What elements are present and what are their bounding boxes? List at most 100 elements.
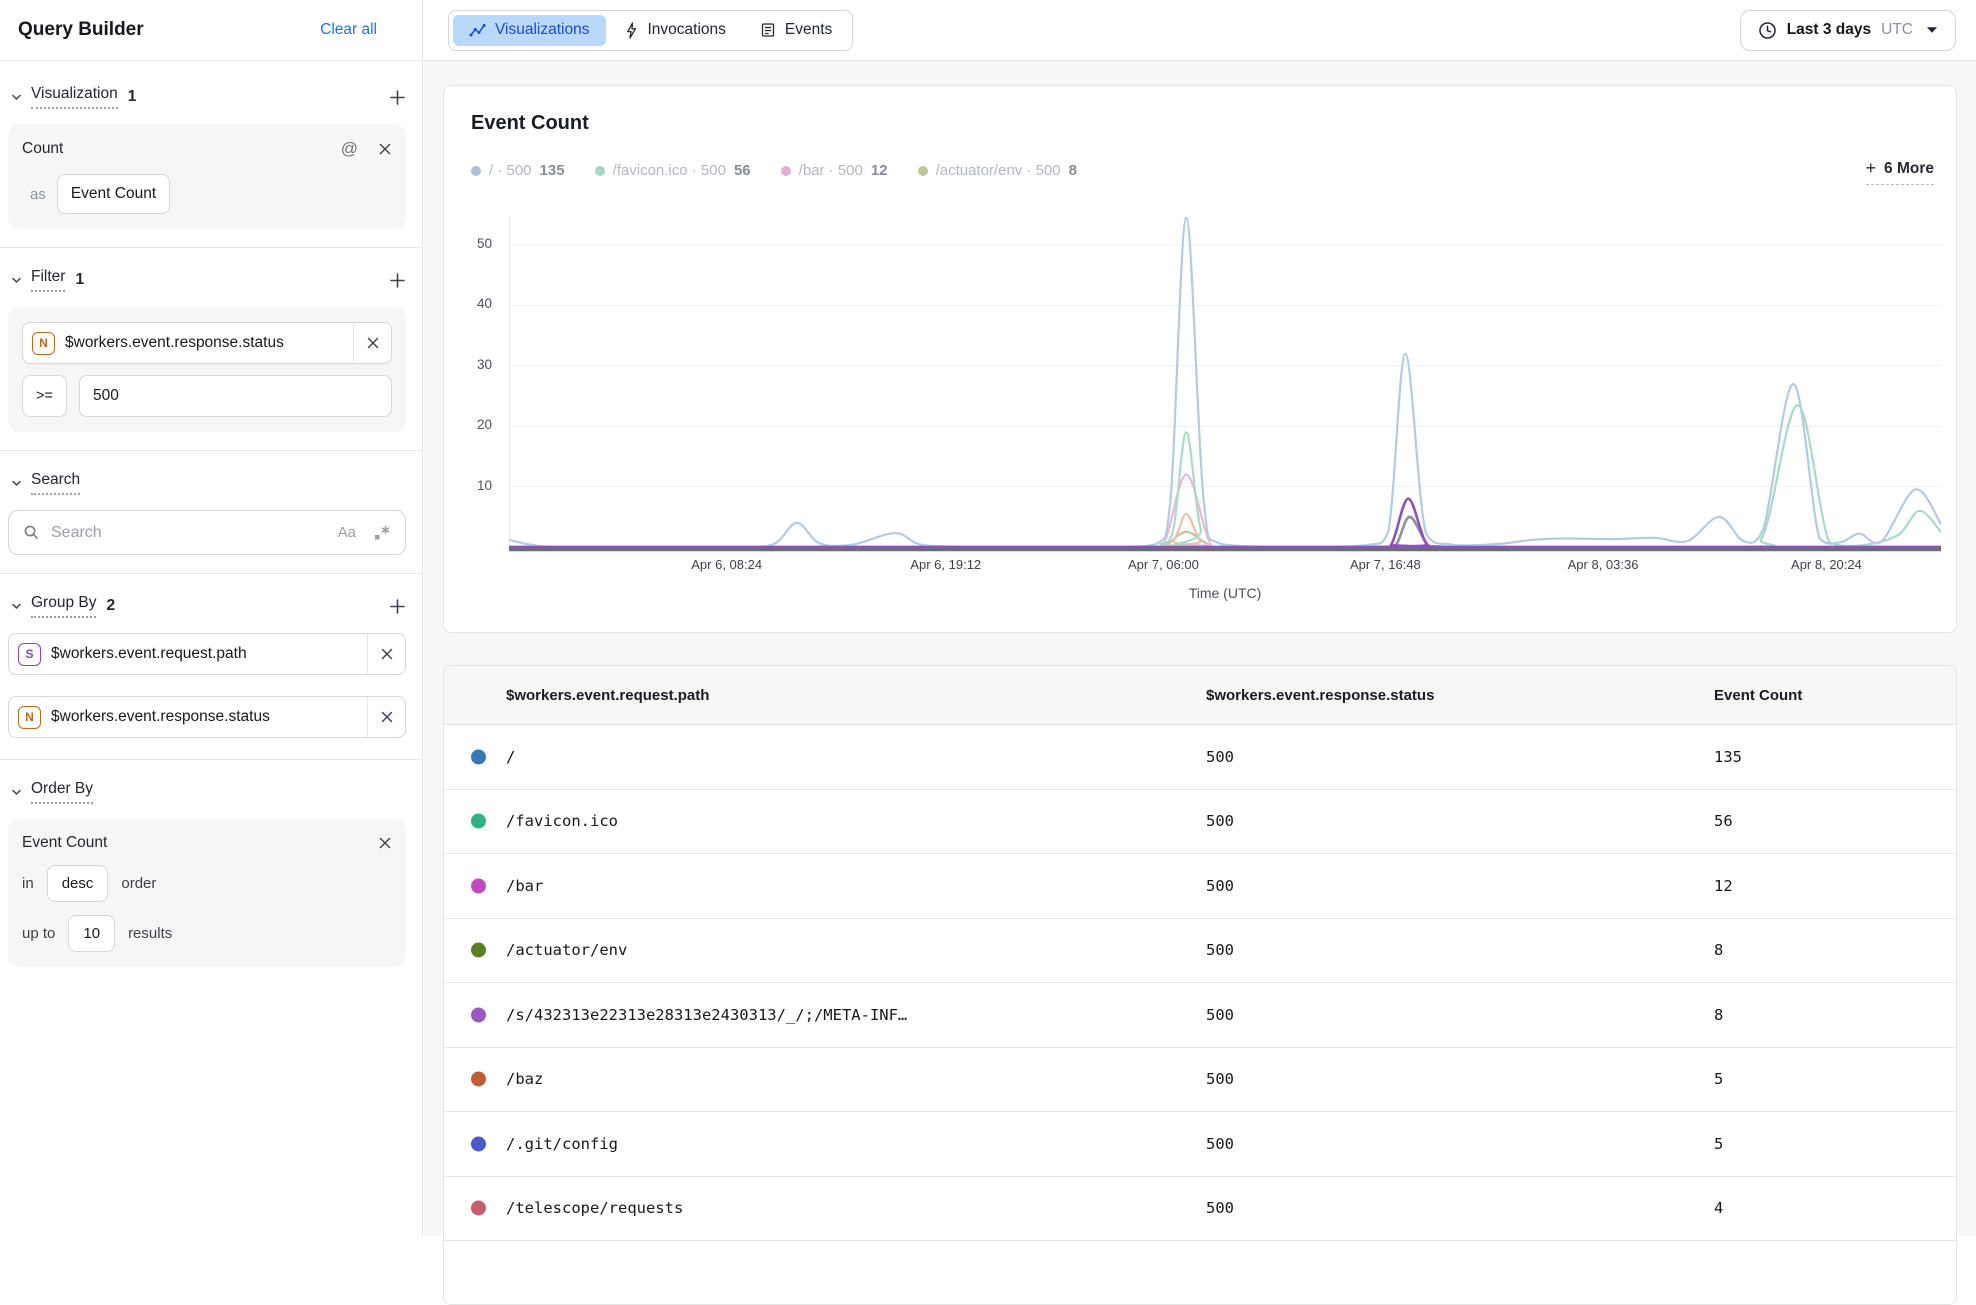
line-chart-icon [469, 22, 486, 39]
legend-item[interactable]: /bar · 50012 [781, 162, 888, 179]
series-color-dot [471, 1201, 486, 1216]
cell-response-status: 500 [1206, 1070, 1234, 1088]
tab-invocations[interactable]: Invocations [608, 15, 742, 46]
table-row[interactable]: /baz5005 [444, 1048, 1956, 1113]
filter-section-label: Filter [31, 268, 65, 292]
visualization-card: Count @ as Event Count [8, 124, 406, 229]
line-chart-plot [509, 216, 1941, 552]
column-header-response-status: $workers.event.response.status [1206, 666, 1434, 725]
cell-response-status: 500 [1206, 1199, 1234, 1217]
chevron-down-icon[interactable] [10, 274, 23, 287]
series-color-dot [471, 814, 486, 829]
regex-icon[interactable] [373, 525, 391, 541]
table-row[interactable]: /favicon.ico50056 [444, 790, 1956, 855]
table-row[interactable]: /bar50012 [444, 854, 1956, 919]
visualization-count: 1 [128, 88, 137, 106]
results-table-card: $workers.event.request.path $workers.eve… [443, 665, 1957, 1305]
y-axis-tick: 20 [458, 417, 492, 432]
tab-events[interactable]: Events [744, 15, 848, 46]
cell-response-status: 500 [1206, 877, 1234, 895]
table-header-row: $workers.event.request.path $workers.eve… [444, 666, 1956, 725]
add-group-by-button[interactable] [389, 598, 406, 615]
series-color-dot [471, 1007, 486, 1022]
limit-input[interactable]: 10 [68, 915, 115, 952]
chevron-down-icon[interactable] [10, 91, 23, 104]
table-body: /500135/favicon.ico50056/bar50012/actuat… [444, 725, 1956, 1241]
cell-request-path: /actuator/env [506, 941, 627, 959]
clear-all-button[interactable]: Clear all [320, 21, 377, 39]
clock-icon [1758, 21, 1777, 40]
results-label: results [128, 925, 172, 942]
series-color-dot [471, 749, 486, 764]
search-input[interactable]: Search Aa [8, 510, 406, 555]
legend-count: 8 [1069, 162, 1077, 179]
filter-field-select[interactable]: N $workers.event.response.status [22, 322, 392, 364]
tab-visualizations[interactable]: Visualizations [453, 15, 606, 46]
section-divider [0, 573, 422, 574]
legend-item[interactable]: /favicon.ico · 50056 [595, 162, 751, 179]
main-area: VisualizationsInvocationsEvents Last 3 d… [424, 0, 1976, 1236]
y-axis-tick: 10 [458, 478, 492, 493]
table-row[interactable]: /telescope/requests5004 [444, 1177, 1956, 1242]
remove-group-by-button[interactable] [367, 697, 405, 737]
cell-response-status: 500 [1206, 941, 1234, 959]
cell-event-count: 4 [1714, 1199, 1723, 1217]
series-color-dot [471, 878, 486, 893]
chart-line [509, 514, 1941, 547]
remove-group-by-button[interactable] [367, 634, 405, 674]
cell-request-path: /s/432313e22313e28313e2430313/_/;/META-I… [506, 1006, 907, 1024]
chart-line [509, 499, 1941, 547]
filter-count: 1 [75, 271, 84, 289]
filter-value-input[interactable]: 500 [79, 375, 392, 417]
table-row[interactable]: /s/432313e22313e28313e2430313/_/;/META-I… [444, 983, 1956, 1048]
sort-direction-select[interactable]: desc [47, 865, 109, 902]
alias-at-icon[interactable]: @ [341, 139, 358, 159]
chart-title: Event Count [471, 112, 589, 135]
cell-event-count: 5 [1714, 1135, 1723, 1153]
group-by-field-2[interactable]: N $workers.event.response.status [8, 696, 406, 738]
search-section-header: Search [10, 471, 406, 495]
table-row[interactable]: /actuator/env 500 8 [444, 919, 1956, 984]
time-range-select[interactable]: Last 3 days UTC [1740, 10, 1956, 51]
order-label: order [121, 875, 156, 892]
remove-visualization-button[interactable] [378, 142, 392, 156]
caret-down-icon [1926, 26, 1938, 34]
alias-input[interactable]: Event Count [57, 174, 170, 214]
x-axis-tick: Apr 8, 20:24 [1791, 557, 1862, 572]
remove-filter-field-button[interactable] [353, 323, 391, 363]
order-by-field: Event Count [22, 834, 107, 852]
table-row[interactable]: /500135 [444, 725, 1956, 790]
main-topbar: VisualizationsInvocationsEvents Last 3 d… [424, 0, 1976, 61]
add-visualization-button[interactable] [389, 89, 406, 106]
remove-order-by-button[interactable] [378, 836, 392, 850]
table-row[interactable]: /.git/config5005 [444, 1112, 1956, 1177]
chevron-down-icon[interactable] [10, 477, 23, 490]
cell-response-status: 500 [1206, 748, 1234, 766]
filter-card: N $workers.event.response.status >= 500 [8, 307, 406, 432]
chevron-down-icon[interactable] [10, 600, 23, 613]
add-filter-button[interactable] [389, 272, 406, 289]
cell-response-status: 500 [1206, 1006, 1234, 1024]
group-by-field-name: $workers.event.request.path [51, 645, 367, 663]
legend-more-button[interactable]: + 6 More [1866, 158, 1934, 185]
cell-request-path: /baz [506, 1070, 543, 1088]
legend-item[interactable]: /actuator/env · 5008 [918, 162, 1077, 179]
time-zone-label: UTC [1881, 21, 1913, 39]
filter-operator-select[interactable]: >= [22, 375, 67, 417]
visualization-function-label: Count [22, 140, 63, 158]
legend-item[interactable]: / · 500135 [471, 162, 565, 179]
string-type-badge: S [18, 643, 41, 666]
cell-event-count: 8 [1714, 941, 1723, 959]
x-axis-tick: Apr 6, 08:24 [691, 557, 762, 572]
order-by-section-header: Order By [10, 780, 406, 804]
y-axis-tick: 40 [458, 296, 492, 311]
plus-icon: + [1866, 158, 1877, 179]
chevron-down-icon[interactable] [10, 786, 23, 799]
series-dot-icon [918, 166, 928, 176]
match-case-icon[interactable]: Aa [338, 524, 356, 541]
cell-response-status: 500 [1206, 812, 1234, 830]
cell-event-count: 56 [1714, 812, 1733, 830]
query-builder-sidebar: Query Builder Clear all Visualization 1 … [0, 0, 423, 1236]
legend-label: /bar · 500 [799, 162, 863, 179]
group-by-field-1[interactable]: S $workers.event.request.path [8, 633, 406, 675]
